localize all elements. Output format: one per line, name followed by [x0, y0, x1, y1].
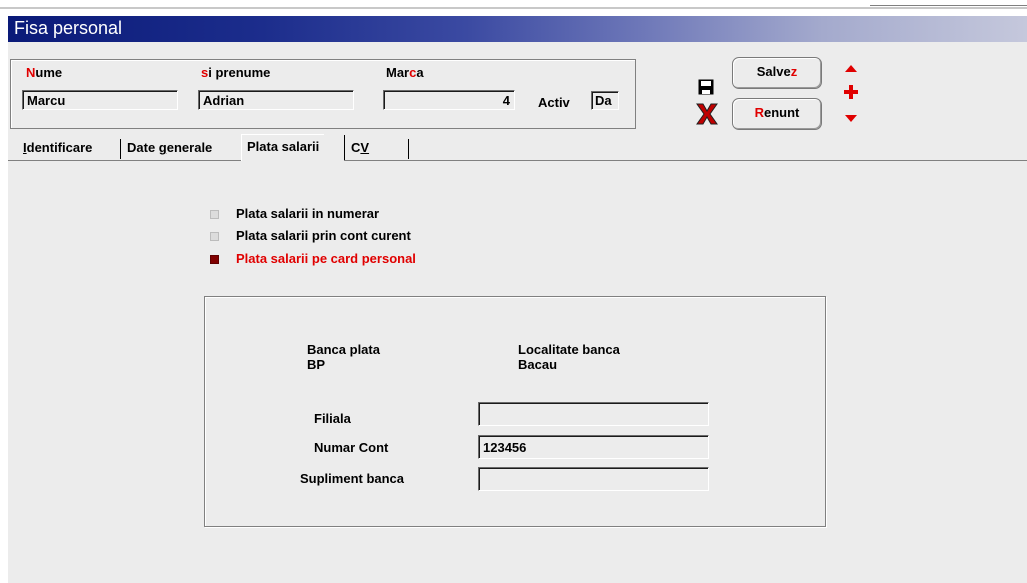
supliment-banca-field[interactable]: [478, 467, 709, 491]
add-plus-icon[interactable]: [844, 85, 858, 99]
radio-cont-curent-label[interactable]: Plata salarii prin cont curent: [236, 228, 411, 243]
marca-label: Marca: [386, 65, 424, 80]
nume-field[interactable]: Marcu: [22, 90, 178, 110]
marca-field[interactable]: 4: [383, 90, 515, 110]
filiala-label: Filiala: [314, 411, 351, 426]
title-bar[interactable]: Fisa personal: [8, 16, 1027, 42]
arrow-up-icon[interactable]: [844, 60, 858, 72]
tab-baseline: [344, 160, 1027, 161]
top-border: [0, 7, 1027, 9]
tab-separator: [120, 139, 121, 159]
save-button[interactable]: Salvez: [732, 57, 822, 89]
supliment-banca-label: Supliment banca: [300, 471, 405, 486]
activ-field[interactable]: Da: [591, 91, 619, 110]
radio-cont-curent[interactable]: [210, 232, 219, 241]
fisa-personal-window: Fisa personal Nume Marcu si prenume Adri…: [8, 16, 1027, 583]
cancel-x-icon[interactable]: [694, 102, 720, 126]
numar-cont-label: Numar Cont: [314, 440, 389, 455]
numar-cont-field[interactable]: 123456: [478, 435, 709, 459]
banca-plata-label: Banca plata: [307, 342, 380, 357]
tab-separator: [344, 135, 345, 160]
nume-label: Nume: [26, 65, 63, 80]
top-mark: [870, 5, 1027, 6]
arrow-down-icon[interactable]: [844, 111, 858, 122]
banca-plata-value: BP: [307, 357, 326, 372]
filiala-field[interactable]: [478, 402, 709, 426]
radio-numerar-label[interactable]: Plata salarii in numerar: [236, 206, 379, 221]
radio-card-personal[interactable]: [210, 255, 219, 264]
radio-numerar[interactable]: [210, 210, 219, 219]
save-disk-icon[interactable]: [698, 79, 714, 95]
tab-separator: [408, 139, 409, 159]
window-title: Fisa personal: [14, 18, 123, 38]
localitate-banca-value: Bacau: [518, 357, 558, 372]
localitate-banca-label: Localitate banca: [518, 342, 620, 357]
cancel-button[interactable]: Renunt: [732, 98, 822, 130]
tab-identificare[interactable]: Identificare: [18, 137, 97, 160]
tab-baseline: [8, 160, 241, 161]
tab-date-generale[interactable]: Date generale: [122, 137, 217, 160]
tab-cv[interactable]: CV: [346, 137, 374, 160]
radio-card-personal-label[interactable]: Plata salarii pe card personal: [236, 251, 416, 266]
prenume-label: si prenume: [201, 65, 271, 80]
tab-plata-salarii[interactable]: Plata salarii: [241, 134, 325, 161]
prenume-field[interactable]: Adrian: [198, 90, 354, 110]
activ-label: Activ: [538, 95, 570, 110]
